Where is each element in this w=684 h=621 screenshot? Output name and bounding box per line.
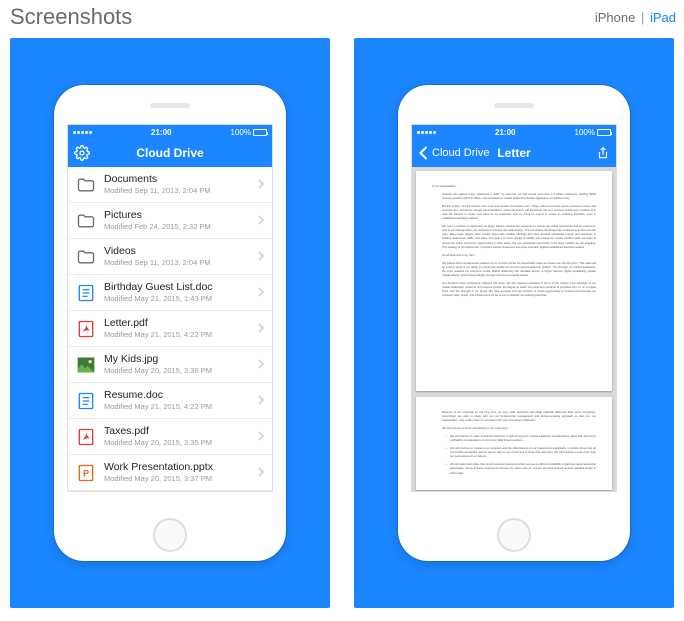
status-time: 21:00	[436, 128, 575, 137]
screenshot-tile-filelist: 21:00 100% Cloud Drive DocumentsModified…	[10, 38, 330, 608]
nav-bar: Cloud Drive Letter	[412, 139, 616, 167]
nav-title: Cloud Drive	[136, 146, 203, 160]
tab-separator: |	[641, 10, 644, 25]
chevron-right-icon	[258, 356, 264, 374]
chevron-right-icon	[258, 392, 264, 410]
battery-icon	[597, 129, 611, 136]
signal-dots-icon	[73, 131, 92, 134]
file-meta: Modified May 21, 2015, 1:43 PM	[104, 294, 250, 303]
status-battery-pct: 100%	[231, 128, 251, 137]
tab-ipad[interactable]: iPad	[650, 10, 676, 25]
phone-mockup: 21:00 100% Cloud Drive Letter	[398, 85, 630, 561]
back-label: Cloud Drive	[432, 147, 489, 159]
nav-title: Letter	[497, 146, 530, 160]
doc-icon	[76, 283, 96, 303]
status-bar: 21:00 100%	[412, 125, 616, 139]
file-meta: Modified May 21, 2015, 4:22 PM	[104, 330, 250, 339]
home-button-icon	[153, 518, 187, 552]
screenshot-tile-document: 21:00 100% Cloud Drive Letter	[354, 38, 674, 608]
file-meta: Modified May 20, 2015, 3:36 PM	[104, 366, 250, 375]
tab-iphone[interactable]: iPhone	[595, 10, 635, 25]
phone-mockup: 21:00 100% Cloud Drive DocumentsModified…	[54, 85, 286, 561]
share-icon	[596, 145, 610, 161]
file-row[interactable]: PicturesModified Feb 24, 2015, 2:32 PM	[68, 203, 272, 239]
chevron-right-icon	[258, 212, 264, 230]
file-name: Videos	[104, 246, 250, 258]
file-row[interactable]: Letter.pdfModified May 21, 2015, 4:22 PM	[68, 311, 272, 347]
folder-icon	[76, 247, 96, 267]
file-row[interactable]: Taxes.pdfModified May 20, 2015, 3:35 PM	[68, 419, 272, 455]
settings-button[interactable]	[68, 139, 96, 167]
file-meta: Modified Sep 11, 2013, 2:04 PM	[104, 186, 250, 195]
file-name: Work Presentation.pptx	[104, 462, 250, 474]
pdf-icon	[76, 319, 96, 339]
file-meta: Modified Feb 24, 2015, 2:32 PM	[104, 222, 250, 231]
file-name: Birthday Guest List.doc	[104, 282, 250, 294]
chevron-right-icon	[258, 428, 264, 446]
file-row[interactable]: Resume.docModified May 21, 2015, 4:22 PM	[68, 383, 272, 419]
document-page: To our shareholders:Amazon.com passed ma…	[416, 171, 612, 391]
chevron-right-icon	[258, 320, 264, 338]
back-button[interactable]: Cloud Drive	[412, 139, 495, 167]
share-button[interactable]	[590, 139, 616, 167]
status-battery-pct: 100%	[575, 128, 595, 137]
svg-text:P: P	[83, 468, 89, 478]
section-title: Screenshots	[10, 4, 132, 30]
file-name: Taxes.pdf	[104, 426, 250, 438]
file-meta: Modified May 20, 2015, 3:37 PM	[104, 474, 250, 483]
battery-icon	[253, 129, 267, 136]
file-row[interactable]: My Kids.jpgModified May 20, 2015, 3:36 P…	[68, 347, 272, 383]
signal-dots-icon	[417, 131, 436, 134]
document-page: Because of our emphasis on the long term…	[416, 397, 612, 490]
folder-icon	[76, 175, 96, 195]
file-row[interactable]: VideosModified Sep 11, 2013, 2:04 PM	[68, 239, 272, 275]
file-row[interactable]: Birthday Guest List.docModified May 21, …	[68, 275, 272, 311]
chevron-right-icon	[258, 464, 264, 482]
device-tabs: iPhone | iPad	[595, 10, 676, 25]
file-row[interactable]: DocumentsModified Sep 11, 2013, 2:04 PM	[68, 167, 272, 203]
pdf-icon	[76, 427, 96, 447]
file-meta: Modified May 20, 2015, 3:35 PM	[104, 438, 250, 447]
nav-bar: Cloud Drive	[68, 139, 272, 167]
file-name: Resume.doc	[104, 390, 250, 402]
chevron-right-icon	[258, 248, 264, 266]
file-name: Documents	[104, 174, 250, 186]
file-row[interactable]: P Work Presentation.pptxModified May 20, …	[68, 455, 272, 491]
file-meta: Modified Sep 11, 2013, 2:04 PM	[104, 258, 250, 267]
photo-icon	[76, 355, 96, 375]
ppt-icon: P	[76, 463, 96, 483]
gear-icon	[74, 145, 90, 161]
status-time: 21:00	[92, 128, 231, 137]
file-name: My Kids.jpg	[104, 354, 250, 366]
home-button-icon	[497, 518, 531, 552]
chevron-right-icon	[258, 176, 264, 194]
chevron-right-icon	[258, 284, 264, 302]
document-viewer[interactable]: To our shareholders:Amazon.com passed ma…	[412, 167, 616, 491]
file-name: Letter.pdf	[104, 318, 250, 330]
file-meta: Modified May 21, 2015, 4:22 PM	[104, 402, 250, 411]
file-name: Pictures	[104, 210, 250, 222]
chevron-left-icon	[418, 146, 429, 160]
status-bar: 21:00 100%	[68, 125, 272, 139]
file-list[interactable]: DocumentsModified Sep 11, 2013, 2:04 PMP…	[68, 167, 272, 491]
doc-icon	[76, 391, 96, 411]
folder-icon	[76, 211, 96, 231]
